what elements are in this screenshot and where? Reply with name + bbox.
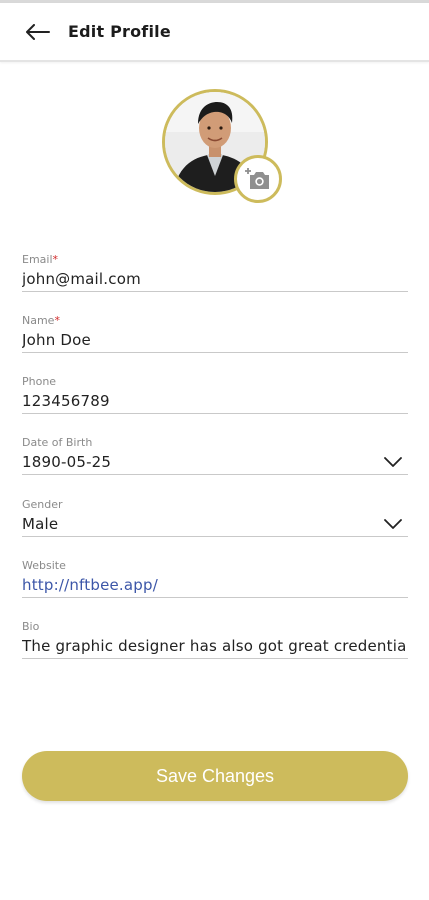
chevron-down-icon[interactable] <box>384 456 402 468</box>
app-bar: Edit Profile <box>0 3 429 62</box>
profile-photo <box>162 89 282 203</box>
bio-field[interactable]: Bio The graphic designer has also got gr… <box>22 620 408 659</box>
date-of-birth-field[interactable]: Date of Birth 1890-05-25 <box>22 436 408 475</box>
bio-label: Bio <box>22 620 40 633</box>
required-mark: * <box>52 253 59 266</box>
gender-label: Gender <box>22 498 63 511</box>
website-label: Website <box>22 559 66 572</box>
chevron-down-icon[interactable] <box>384 518 402 530</box>
gender-select[interactable]: Male <box>22 512 408 536</box>
name-label: Name* <box>22 314 60 327</box>
page-title: Edit Profile <box>68 22 171 41</box>
website-input[interactable]: http://nftbee.app/ <box>22 573 408 597</box>
arrow-left-icon <box>26 23 50 40</box>
name-input[interactable]: John Doe <box>22 328 408 352</box>
name-field[interactable]: Name* John Doe <box>22 314 408 353</box>
website-field[interactable]: Website http://nftbee.app/ <box>22 559 408 598</box>
change-photo-button[interactable] <box>234 155 282 203</box>
gender-field[interactable]: Gender Male <box>22 498 408 537</box>
bio-input[interactable]: The graphic designer has also got great … <box>22 634 408 658</box>
save-changes-button[interactable]: Save Changes <box>22 751 408 801</box>
phone-input[interactable]: 123456789 <box>22 389 408 413</box>
email-label: Email* <box>22 253 59 266</box>
add-camera-icon <box>245 168 269 189</box>
required-mark: * <box>54 314 60 327</box>
phone-field[interactable]: Phone 123456789 <box>22 375 408 414</box>
date-of-birth-label: Date of Birth <box>22 436 93 449</box>
email-field[interactable]: Email* john@mail.com <box>22 253 408 292</box>
back-button[interactable] <box>23 17 53 47</box>
phone-label: Phone <box>22 375 57 388</box>
email-input[interactable]: john@mail.com <box>22 267 408 291</box>
date-of-birth-input[interactable]: 1890-05-25 <box>22 450 408 474</box>
